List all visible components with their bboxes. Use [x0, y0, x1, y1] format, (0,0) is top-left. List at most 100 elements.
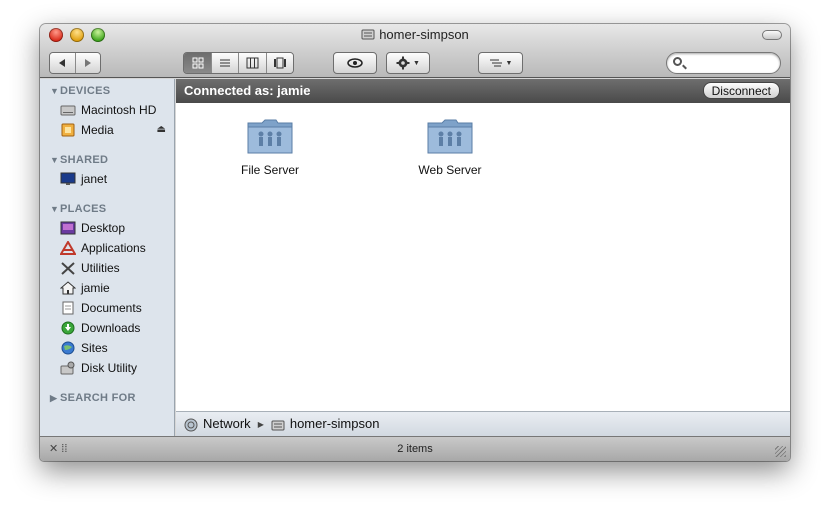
action-menu-button[interactable]: ▼	[386, 52, 430, 74]
disconnect-button[interactable]: Disconnect	[702, 82, 780, 99]
file-item-label: File Server	[240, 163, 299, 177]
disclosure-down-icon: ▼	[50, 155, 60, 165]
toolbar-toggle-button[interactable]	[762, 30, 782, 40]
sidebar-item-label: Desktop	[81, 221, 126, 235]
column-view-icon	[246, 57, 259, 69]
sidebar-item-label: jamie	[81, 281, 110, 295]
item-count: 2 items	[397, 443, 433, 455]
back-button[interactable]	[50, 53, 76, 73]
forward-arrow-icon	[84, 59, 91, 67]
finder-window: homer-simpson ▼ ▼ ▼DEVICES Macintosh HD …	[40, 24, 790, 461]
list-view-icon	[220, 59, 230, 67]
disclosure-down-icon: ▼	[50, 86, 60, 96]
sidebar-item-label: Applications	[81, 241, 146, 255]
sidebar-item-utilities[interactable]: Utilities	[60, 259, 172, 277]
disclosure-down-icon: ▼	[50, 204, 60, 214]
disclosure-right-icon: ▶	[50, 393, 58, 403]
sidebar-item-disk-utility[interactable]: Disk Utility	[60, 359, 172, 377]
sidebar-item-jamie[interactable]: jamie	[59, 279, 172, 297]
back-arrow-icon	[59, 59, 66, 67]
sidebar-item-desktop[interactable]: Desktop	[60, 219, 172, 237]
path-segment-network[interactable]: Network	[184, 416, 251, 432]
sidebar-item-label: janet	[81, 172, 108, 186]
shared-folder-icon	[246, 117, 294, 155]
coverflow-view-button[interactable]	[267, 53, 293, 73]
search-icon	[673, 57, 682, 66]
applications-icon	[59, 240, 77, 255]
icon-view-button[interactable]	[184, 53, 212, 73]
sidebar: ▼DEVICES Macintosh HD Media ⏏ ▼SHARED ja…	[40, 79, 175, 436]
home-icon	[59, 281, 77, 295]
downloads-icon	[60, 321, 76, 335]
path-segment-homer-simpson[interactable]: homer-simpson	[271, 416, 380, 432]
file-item-label: Web Server	[418, 163, 482, 177]
sidebar-item-documents[interactable]: Documents	[60, 299, 172, 317]
list-view-button[interactable]	[212, 53, 239, 73]
server-icon	[361, 29, 375, 40]
sidebar-item-label: Sites	[81, 341, 108, 355]
sidebar-item-media[interactable]: Media ⏏	[60, 121, 172, 139]
title-bar: homer-simpson ▼ ▼	[40, 24, 790, 78]
sidebar-section-places[interactable]: ▼PLACES	[50, 203, 106, 215]
disconnect-label: Disconnect	[711, 83, 771, 98]
view-mode-control	[183, 52, 294, 74]
sidebar-item-sites[interactable]: Sites	[60, 339, 172, 357]
section-label: SHARED	[60, 154, 109, 166]
file-item-web-server[interactable]: Web Server	[395, 117, 505, 177]
file-browser-content: File Server Web Server	[176, 103, 790, 411]
status-tools-icon: ✕ ⁞⁞	[49, 443, 68, 455]
back-forward-control	[49, 52, 101, 74]
sidebar-item-label: Media	[81, 123, 114, 137]
resize-grip-icon[interactable]	[775, 446, 786, 457]
sidebar-item-label: Utilities	[81, 261, 120, 275]
coverflow-view-icon	[274, 57, 286, 69]
sites-icon	[60, 341, 76, 355]
utilities-icon	[60, 261, 76, 275]
sidebar-item-label: Macintosh HD	[81, 103, 157, 117]
file-item-file-server[interactable]: File Server	[215, 117, 325, 177]
connected-as-label: Connected as: jamie	[184, 83, 311, 98]
external-drive-icon	[60, 123, 76, 137]
chevron-down-icon: ▼	[505, 59, 513, 67]
sidebar-section-devices[interactable]: ▼DEVICES	[50, 85, 110, 97]
section-label: PLACES	[60, 203, 107, 215]
disk-utility-icon	[60, 361, 76, 375]
server-icon	[271, 420, 285, 431]
arrange-menu-button[interactable]: ▼	[478, 52, 523, 74]
status-bar: ✕ ⁞⁞ 2 items	[40, 436, 790, 461]
connection-bar: Connected as: jamie Disconnect	[176, 79, 790, 103]
documents-icon	[60, 301, 76, 315]
sidebar-section-search-for[interactable]: ▶ SEARCH FOR	[50, 392, 136, 404]
sidebar-section-shared[interactable]: ▼SHARED	[50, 154, 108, 166]
window-title: homer-simpson	[379, 27, 469, 42]
quick-look-button[interactable]	[333, 52, 377, 74]
gear-icon	[396, 56, 410, 70]
path-segment-label: Network	[203, 416, 251, 432]
sidebar-item-label: Disk Utility	[81, 361, 137, 375]
eye-icon	[347, 58, 363, 68]
sidebar-item-janet[interactable]: janet	[60, 170, 172, 188]
sidebar-item-label: Downloads	[81, 321, 141, 335]
section-label: DEVICES	[60, 85, 111, 97]
shared-folder-icon	[426, 117, 474, 155]
sidebar-item-downloads[interactable]: Downloads	[60, 319, 172, 337]
hard-drive-icon	[60, 103, 76, 117]
sidebar-item-applications[interactable]: Applications	[59, 239, 172, 257]
path-separator-icon: ▶	[257, 419, 264, 429]
eject-icon[interactable]: ⏏	[157, 124, 166, 135]
column-view-button[interactable]	[239, 53, 267, 73]
sidebar-item-label: Documents	[81, 301, 142, 315]
window-title-area: homer-simpson	[40, 27, 790, 42]
path-segment-label: homer-simpson	[289, 416, 380, 432]
icon-view-icon	[192, 57, 203, 69]
chevron-down-icon: ▼	[413, 59, 420, 67]
display-icon	[60, 172, 76, 186]
search-field[interactable]	[666, 52, 781, 74]
forward-button[interactable]	[75, 53, 100, 73]
desktop-icon	[60, 221, 76, 235]
path-bar: Network ▶ homer-simpson	[176, 411, 790, 436]
network-icon	[184, 418, 198, 432]
sidebar-item-macintosh-hd[interactable]: Macintosh HD	[60, 101, 172, 119]
section-label: SEARCH FOR	[60, 392, 136, 404]
arrange-icon	[489, 59, 502, 67]
